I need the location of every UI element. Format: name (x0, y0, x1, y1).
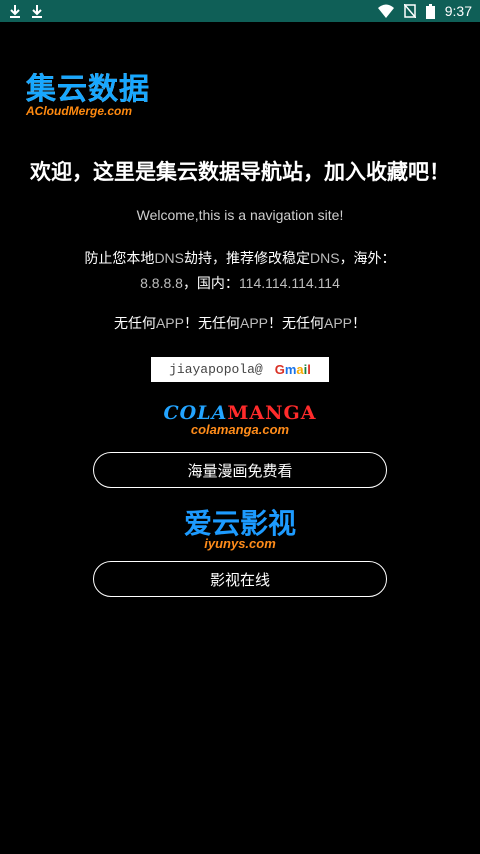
dns-text: DNS (310, 250, 340, 266)
no-app-text: APP (324, 315, 353, 331)
dns-text: DNS (154, 250, 184, 266)
site-logo: 集云数据 ACloudMerge.com (26, 64, 150, 118)
logo-text: MANGA (227, 402, 317, 424)
logo-text: COLA (163, 402, 228, 424)
iyunys-button[interactable]: 影视在线 (93, 561, 387, 597)
no-app-text: ！ (352, 316, 367, 332)
download-icon (30, 4, 44, 18)
gmail-letter: a (296, 362, 304, 377)
no-signal-icon (403, 4, 416, 18)
dns-text: 劫持，推荐修改稳定 (184, 251, 310, 267)
button-label: 影视在线 (209, 570, 270, 589)
welcome-subheading: Welcome,this is a navigation site! (136, 207, 344, 223)
dns-notice: 防止您本地DNS劫持，推荐修改稳定DNS，海外： 8.8.8.8，国内：114.… (0, 246, 480, 296)
wifi-icon (377, 4, 394, 18)
contact-email: jiayapopola@ Gmail (151, 357, 329, 382)
no-app-text: 无任何 (113, 316, 156, 332)
download-icon (8, 4, 22, 18)
no-app-text: 无任何 (197, 316, 240, 332)
colamanga-logo: COLAMANGA colamanga.com (0, 402, 480, 437)
gmail-letter: l (307, 362, 311, 377)
gmail-logo: Gmail (275, 362, 311, 377)
clock: 9:37 (444, 3, 472, 19)
no-app-text: ！ (183, 316, 198, 332)
button-label: 海量漫画免费看 (187, 461, 293, 480)
battery-icon (425, 3, 435, 19)
colamanga-button[interactable]: 海量漫画免费看 (93, 452, 387, 488)
logo-title: 集云数据 (26, 72, 150, 107)
gmail-letter: m (284, 362, 297, 377)
no-app-text: ！ (268, 316, 282, 332)
site-domain: iyunys.com (204, 536, 276, 551)
email-user: jiayapopola@ (169, 362, 263, 377)
dns-text: ，国内： (182, 276, 239, 292)
status-bar: 9:37 (0, 0, 480, 22)
logo-subtitle: ACloudMerge.com (26, 104, 133, 118)
site-domain: colamanga.com (190, 422, 290, 437)
dns-text: 防止您本地 (84, 251, 155, 267)
dns-text: ，海外： (339, 251, 396, 267)
no-app-text: APP (155, 315, 184, 331)
no-app-text: 无任何 (282, 316, 324, 332)
no-app-notice: 无任何APP！无任何APP！无任何APP！ (0, 313, 480, 333)
iyunys-logo: 爱云影视 iyunys.com (0, 508, 480, 552)
no-app-text: APP (239, 315, 268, 331)
welcome-heading: 欢迎，这里是集云数据导航站，加入收藏吧！ (30, 160, 450, 184)
domestic-dns: 114.114.114.114 (238, 275, 340, 291)
overseas-dns: 8.8.8.8 (140, 275, 183, 291)
gmail-letter: G (274, 362, 285, 377)
